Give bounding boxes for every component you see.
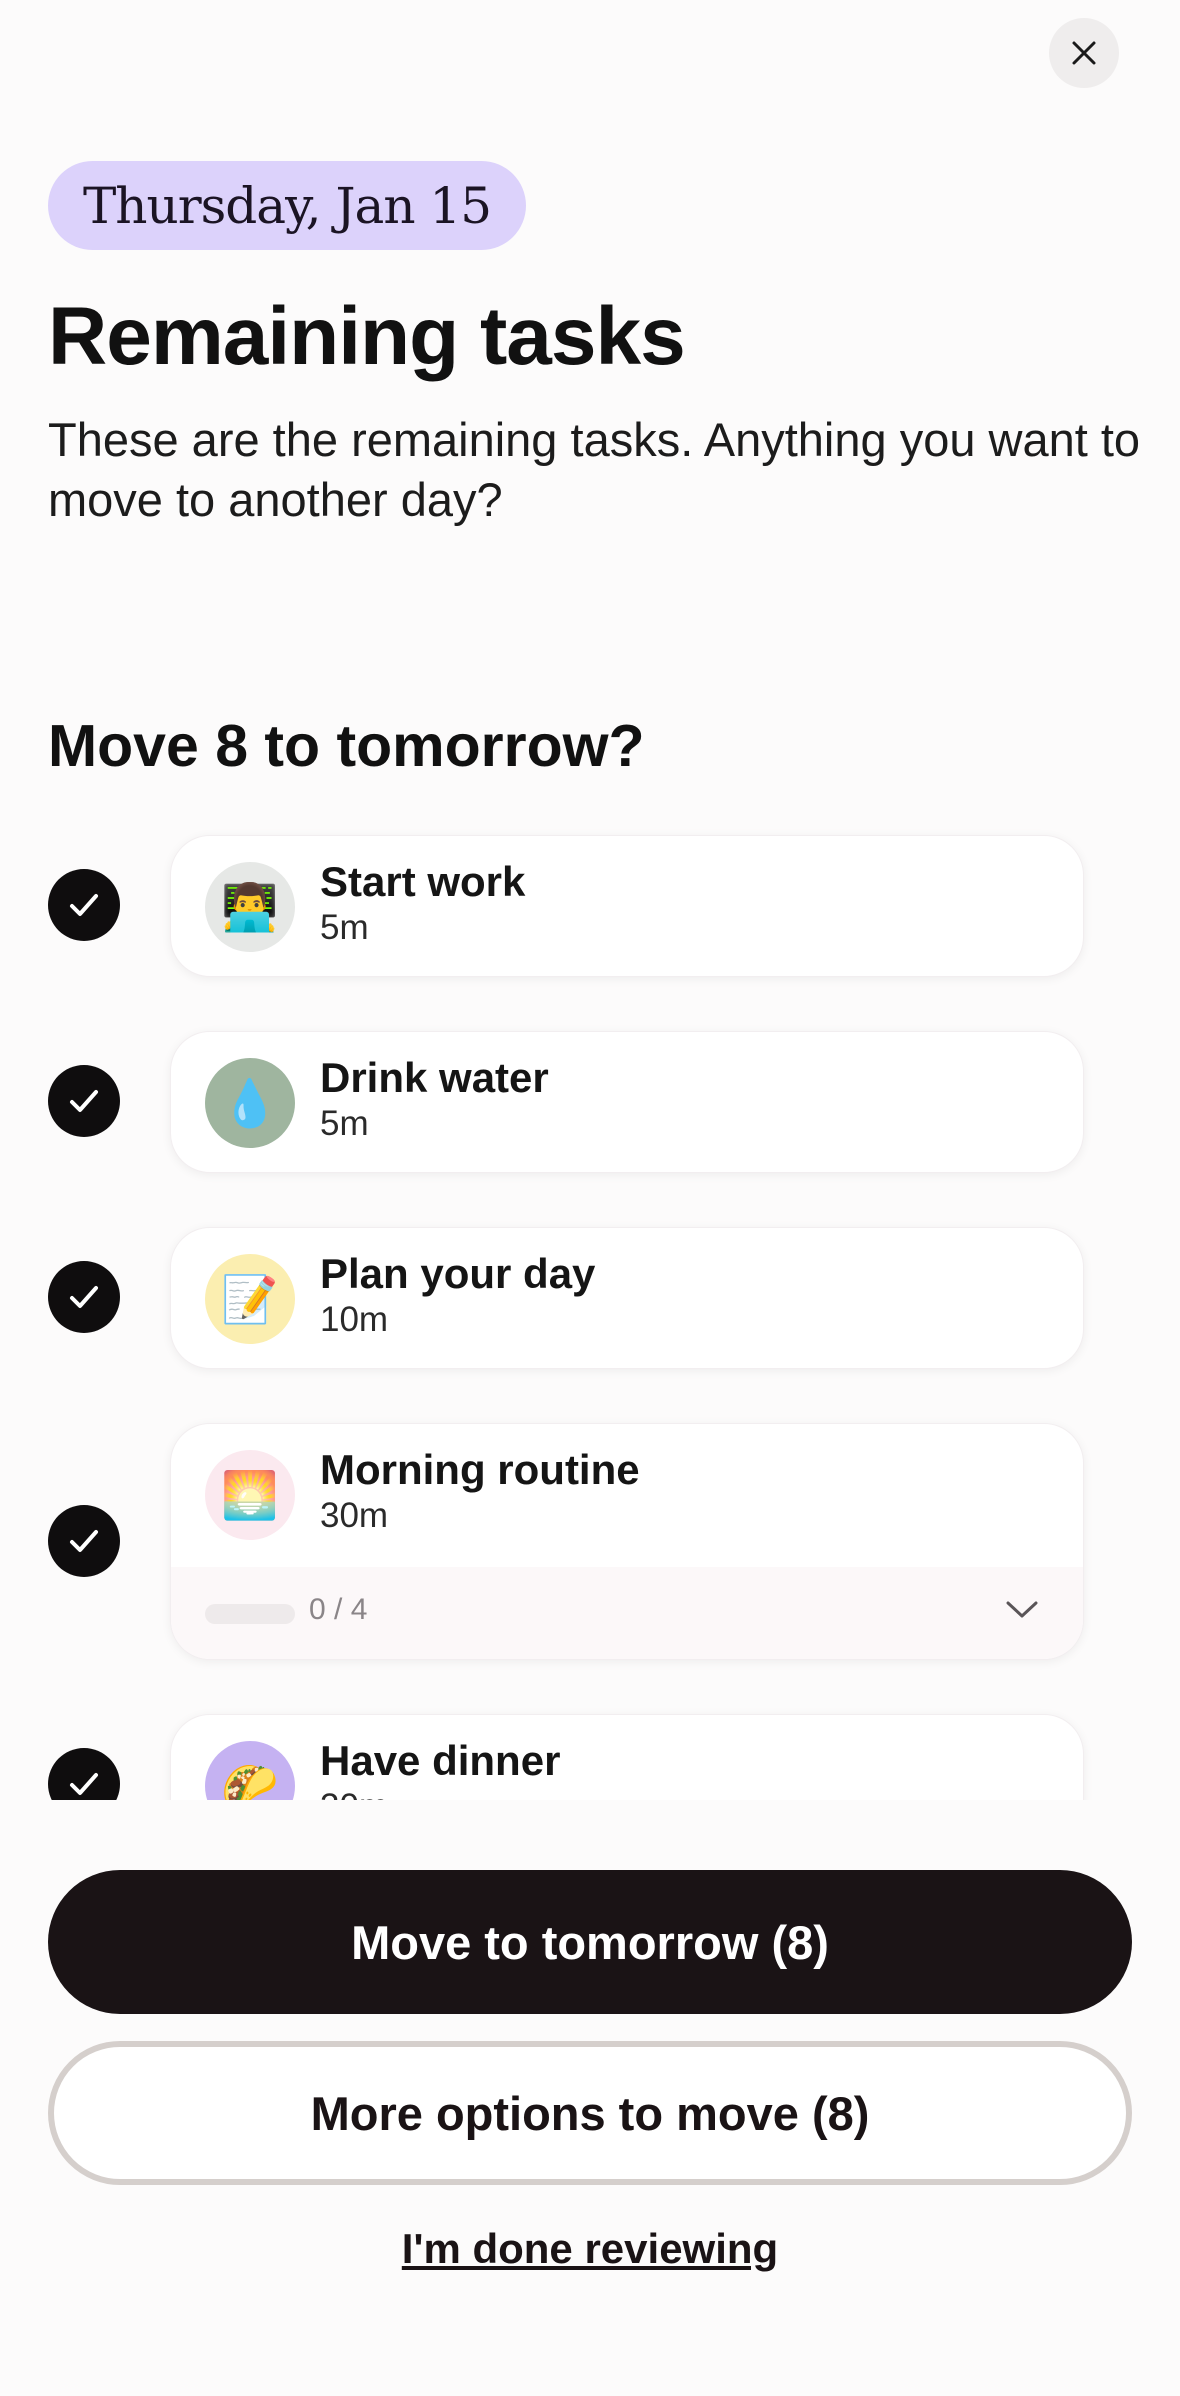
date-badge: Thursday, Jan 15 [48, 161, 526, 250]
task-duration: 5m [320, 1104, 369, 1143]
task-card[interactable]: 💧 Drink water 5m [170, 1031, 1084, 1173]
task-name: Have dinner [320, 1737, 561, 1784]
task-checkbox[interactable] [48, 1748, 120, 1800]
checkmark-icon [70, 1090, 98, 1112]
task-checkbox[interactable] [48, 1065, 120, 1137]
task-card[interactable]: 🌅 Morning routine 30m 0 / 4 [170, 1423, 1084, 1660]
close-button[interactable] [1049, 18, 1119, 88]
task-name: Drink water [320, 1054, 549, 1101]
memo-emoji-icon: 📝 [205, 1254, 295, 1344]
task-checkbox[interactable] [48, 869, 120, 941]
task-card[interactable]: 📝 Plan your day 10m [170, 1227, 1084, 1369]
task-checkbox[interactable] [48, 1505, 120, 1577]
task-duration: 30m [320, 1787, 388, 1800]
technologist-emoji-icon: 👨‍💻 [205, 862, 295, 952]
checkmark-icon [70, 894, 98, 916]
task-card[interactable]: 🌮 Have dinner 30m [170, 1714, 1084, 1800]
checkmark-icon [70, 1286, 98, 1308]
sunrise-emoji-icon: 🌅 [205, 1450, 295, 1540]
task-duration: 30m [320, 1496, 389, 1535]
close-icon [1072, 41, 1096, 65]
subtask-progress-bar [205, 1604, 295, 1624]
done-reviewing-link[interactable]: I'm done reviewing [0, 2225, 1180, 2273]
subtask-toggle[interactable]: 0 / 4 [171, 1567, 1083, 1659]
more-options-button[interactable]: More options to move (8) [48, 2041, 1132, 2185]
checkmark-icon [70, 1773, 98, 1795]
task-checkbox[interactable] [48, 1261, 120, 1333]
task-list[interactable]: 👨‍💻 Start work 5m 💧 Drink water 5m 📝 Pla… [0, 800, 1180, 1800]
move-to-tomorrow-button[interactable]: Move to tomorrow (8) [48, 1870, 1132, 2014]
droplet-emoji-icon: 💧 [205, 1058, 295, 1148]
page-title: Remaining tasks [48, 291, 686, 382]
page-subtitle: These are the remaining tasks. Anything … [48, 413, 1141, 526]
subtask-progress-text: 0 / 4 [309, 1593, 368, 1626]
task-duration: 10m [320, 1300, 389, 1339]
checkmark-icon [70, 1530, 98, 1552]
task-card[interactable]: 👨‍💻 Start work 5m [170, 835, 1084, 977]
task-name: Start work [320, 858, 526, 905]
task-name: Plan your day [320, 1250, 596, 1297]
task-name: Morning routine [320, 1446, 640, 1493]
chevron-down-icon[interactable] [1005, 1599, 1039, 1621]
task-duration: 5m [320, 908, 369, 947]
section-title: Move 8 to tomorrow? [48, 713, 645, 779]
taco-emoji-icon: 🌮 [205, 1741, 295, 1800]
